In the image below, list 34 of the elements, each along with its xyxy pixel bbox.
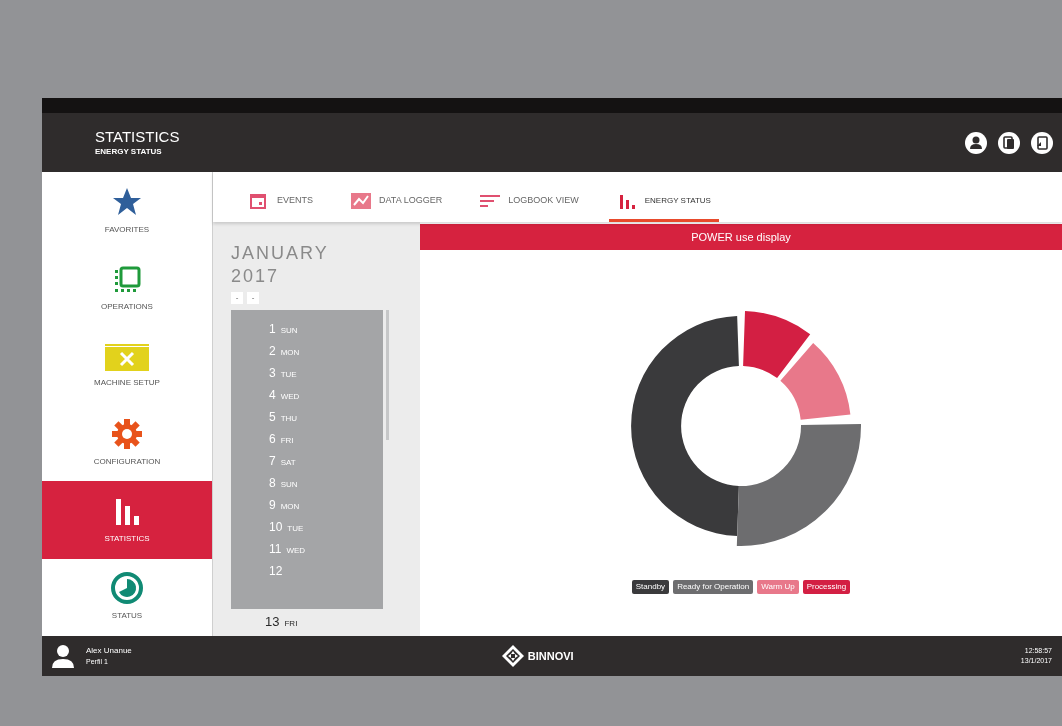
user-name: Alex Unanue: [86, 644, 132, 657]
copy-icon[interactable]: [997, 130, 1021, 155]
legend-item: Processing: [802, 580, 851, 594]
line-chart-icon: [351, 190, 371, 211]
nav-label: FAVORITES: [104, 223, 150, 236]
scrollbar[interactable]: [386, 310, 389, 440]
legend-item: Ready for Operation: [673, 580, 754, 594]
legend-item: Warm Up: [757, 580, 799, 594]
document-icon[interactable]: [1030, 130, 1054, 155]
page-subtitle: ENERGY STATUS: [95, 145, 163, 158]
panel-title-bar: POWER use display: [420, 224, 1062, 250]
brand-name: BINNOVI: [527, 648, 574, 664]
page-title: STATISTICS: [95, 127, 180, 146]
gear-icon: [111, 417, 143, 450]
nav-label: MACHINE SETUP: [94, 377, 160, 390]
nav-label: STATUS: [111, 610, 143, 623]
tools-icon: [105, 341, 149, 372]
logo-icon: [501, 645, 524, 667]
tab[interactable]: EVENTS: [241, 182, 321, 222]
month-label: JANUARY: [231, 242, 330, 264]
nav-label: CONFIGURATION: [93, 455, 161, 468]
nav-button[interactable]: -: [231, 292, 243, 304]
tab[interactable]: LOGBOOK VIEW: [472, 182, 587, 222]
sidebar-item[interactable]: STATISTICS: [42, 481, 212, 559]
user-icon[interactable]: [964, 130, 988, 155]
clock-icon: [111, 572, 143, 605]
nav-button[interactable]: -: [247, 292, 259, 304]
nav-label: OPERATIONS: [101, 301, 153, 313]
nav-label: STATISTICS: [104, 532, 150, 545]
current-day[interactable]: 13 FRI: [265, 614, 298, 629]
legend-item: Standby: [631, 580, 670, 594]
tab[interactable]: DATA LOGGER: [343, 182, 451, 222]
user-icon: [52, 644, 74, 668]
year-label: 2017: [231, 265, 281, 288]
